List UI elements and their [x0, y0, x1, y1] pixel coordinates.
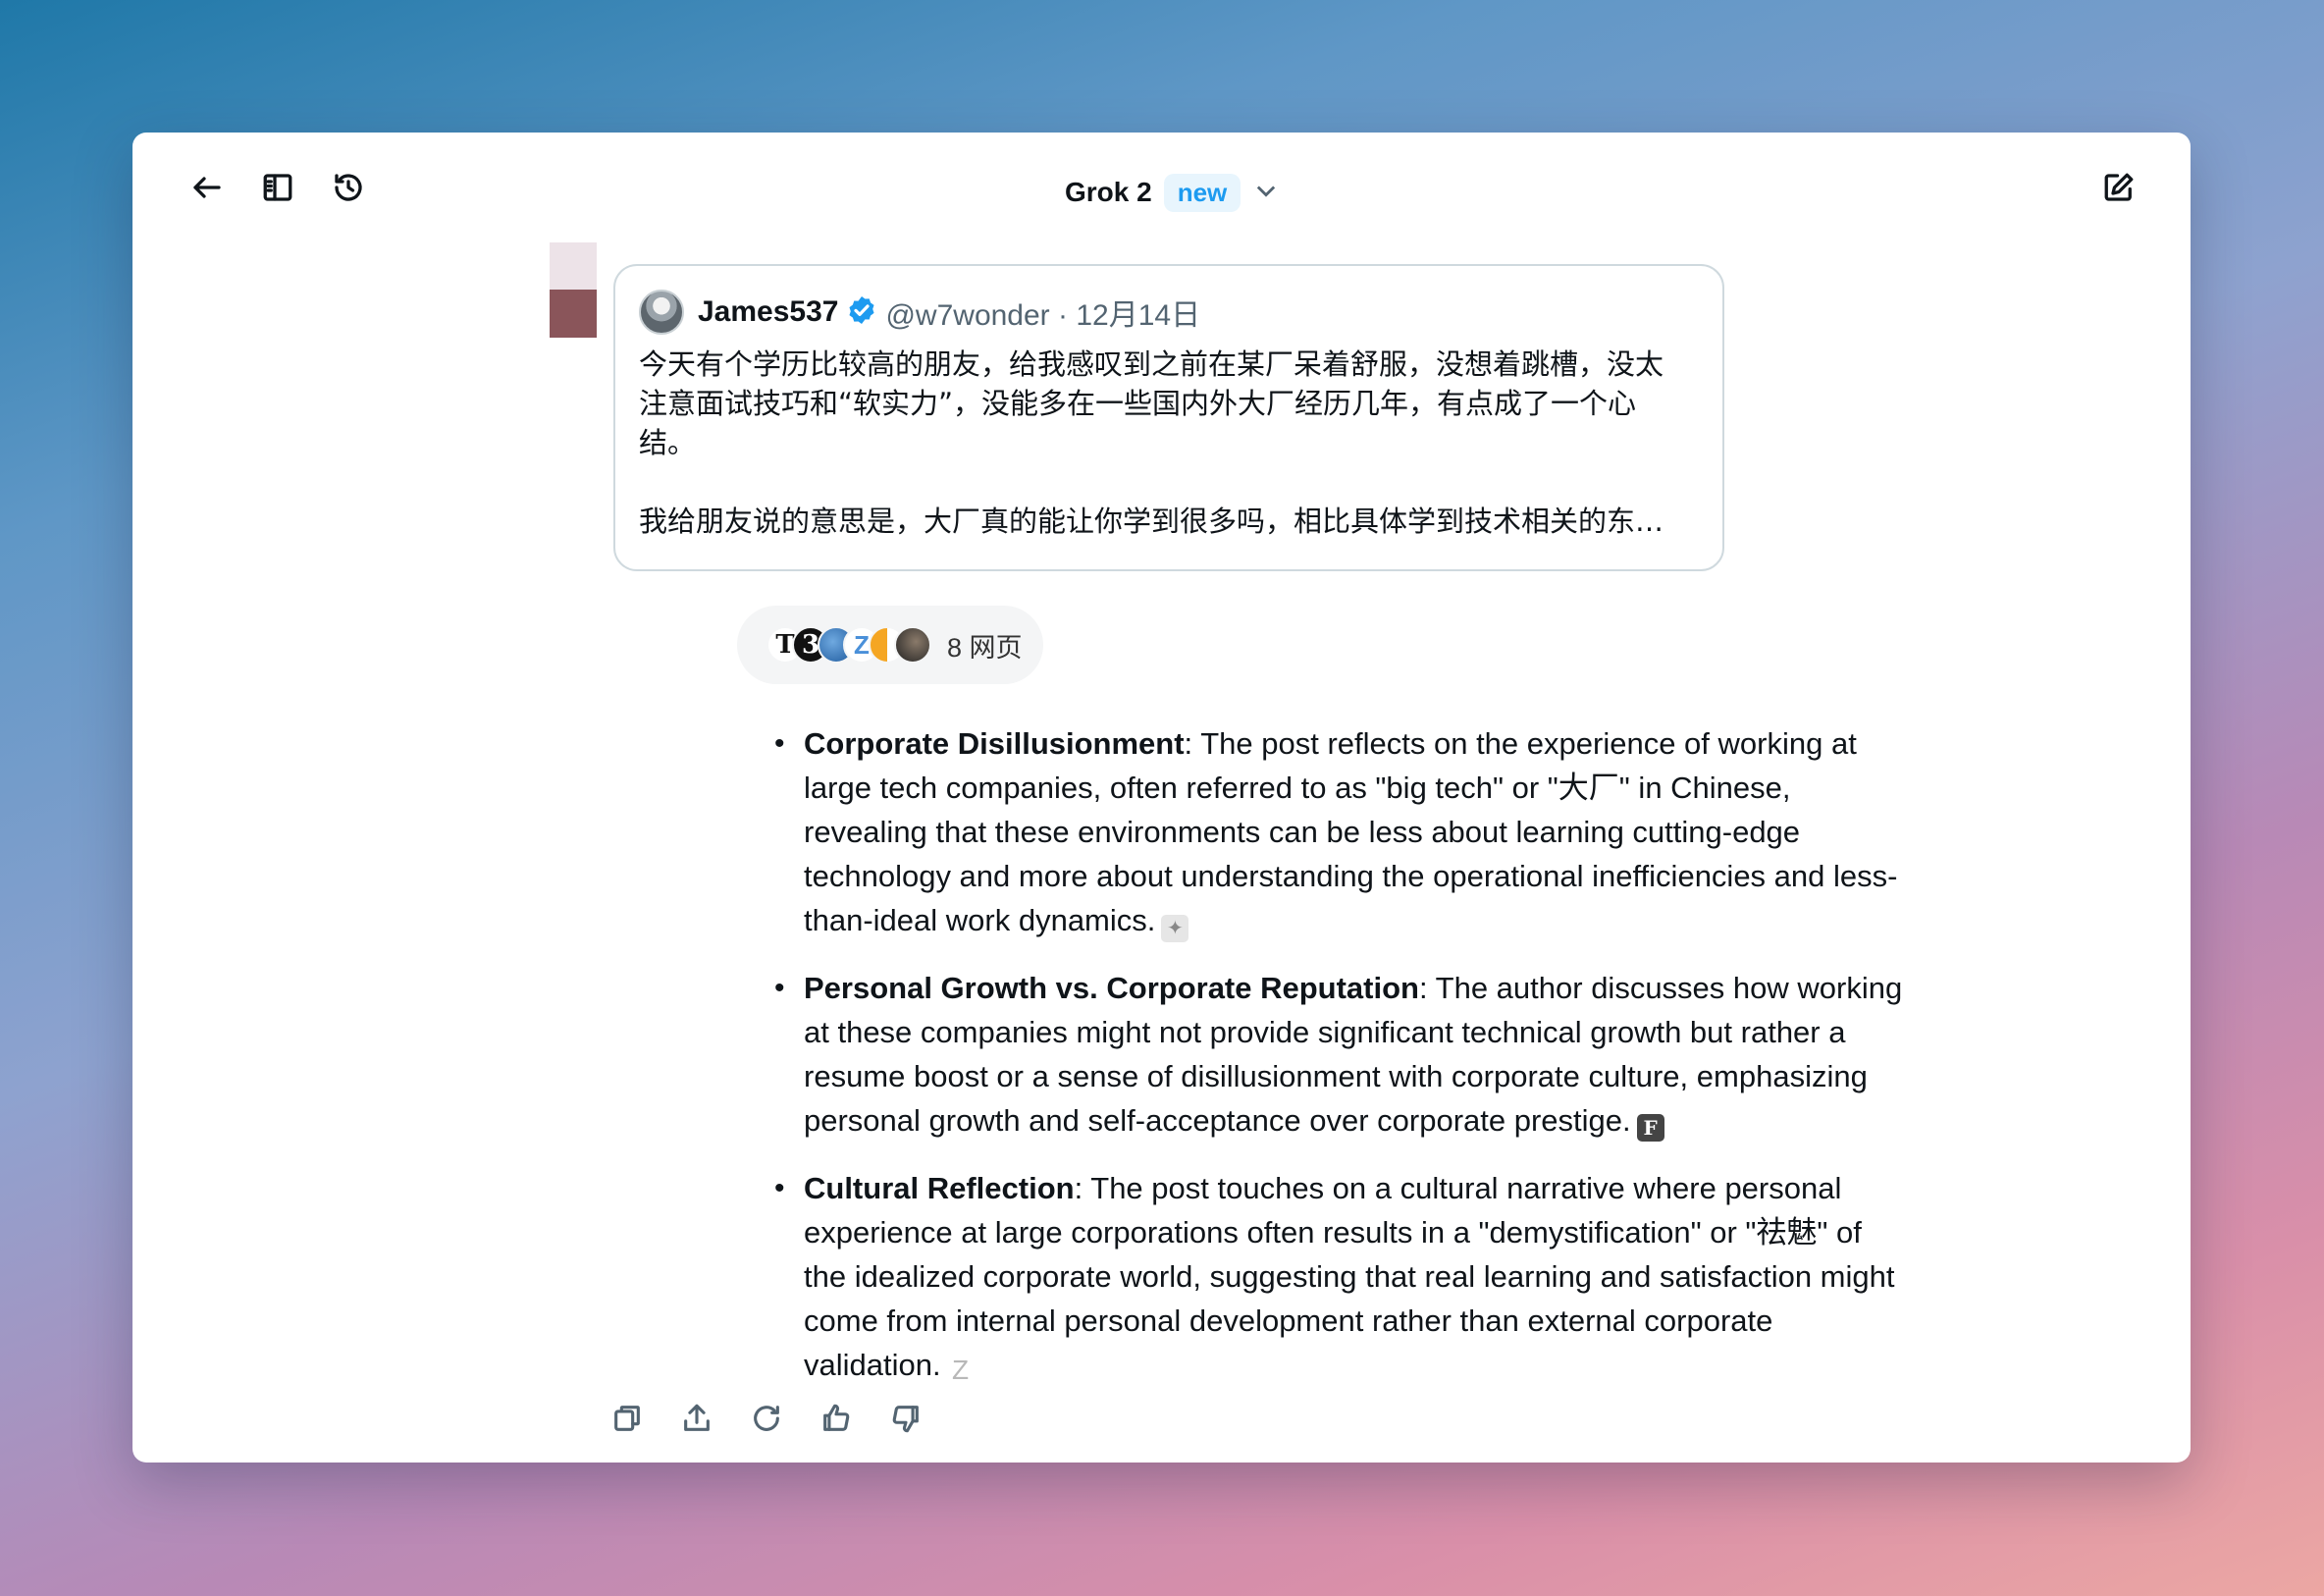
response-actions [604, 1395, 929, 1442]
avatar[interactable] [639, 290, 684, 335]
handle-date: @w7wonder · 12月14日 [885, 299, 1201, 332]
sources-count: 8 网页 [947, 632, 1023, 663]
back-arrow-icon[interactable] [184, 164, 231, 211]
share-icon[interactable] [673, 1395, 720, 1442]
sidebar-icon[interactable] [254, 164, 301, 211]
answer-list: Corporate Disillusionment: The post refl… [761, 721, 1903, 1410]
item-title: Cultural Reflection [804, 1171, 1075, 1205]
dark-favicon-icon [894, 626, 931, 664]
thumbs-down-icon[interactable] [882, 1395, 929, 1442]
post-paragraph-2: 我给朋友说的意思是，大厂真的能让你学到很多吗，相比具体学到技术相关的东… [639, 505, 1664, 538]
citation-icon[interactable]: Z [947, 1357, 975, 1384]
copy-icon[interactable] [604, 1395, 651, 1442]
citation-icon[interactable]: ✦ [1161, 915, 1189, 942]
list-item: Corporate Disillusionment: The post refl… [774, 721, 1903, 942]
post-paragraph-1: 今天有个学历比较高的朋友，给我感叹到之前在某厂呆着舒服，没想着跳槽，没太 注意面… [639, 347, 1664, 459]
regenerate-icon[interactable] [743, 1395, 790, 1442]
quoted-post[interactable]: James537 @w7wonder · 12月14日 今天有个学历比较高的朋友… [613, 264, 1724, 571]
author-name[interactable]: James537 [698, 295, 838, 329]
attachment-thumbnail[interactable] [550, 242, 597, 338]
model-name: Grok 2 [1065, 177, 1152, 207]
model-selector[interactable]: Grok 2 new [1065, 168, 1280, 217]
item-title: Corporate Disillusionment [804, 726, 1185, 761]
list-item: Personal Growth vs. Corporate Reputation… [774, 966, 1903, 1143]
thumbs-up-icon[interactable] [813, 1395, 860, 1442]
new-chat-icon[interactable] [2095, 164, 2142, 211]
sources-button[interactable]: T 3 Z 8 网页 [737, 606, 1043, 684]
chevron-down-icon[interactable] [1252, 177, 1280, 209]
citation-icon[interactable]: F [1636, 1114, 1664, 1142]
list-item: Cultural Reflection: The post touches on… [774, 1166, 1903, 1387]
new-badge: new [1163, 173, 1241, 212]
grok-window: Grok 2 new James537 @w7wonder · 12月14日 今… [132, 133, 2191, 1463]
verified-badge-icon [846, 294, 877, 331]
item-title: Personal Growth vs. Corporate Reputation [804, 971, 1419, 1005]
history-icon[interactable] [325, 164, 372, 211]
